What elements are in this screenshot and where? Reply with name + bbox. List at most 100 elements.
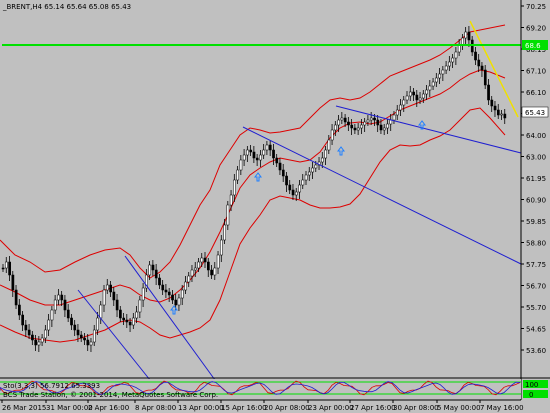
candle-body — [132, 317, 135, 326]
price-chart[interactable]: _BRENT,H4 65.14 65.64 65.08 65.43 70.25 6… — [0, 0, 550, 413]
candle-body — [31, 334, 34, 341]
candle-body — [73, 324, 77, 331]
candle-body — [343, 117, 347, 123]
candle-body — [154, 269, 158, 279]
candle-body — [399, 104, 402, 111]
time-label: 2 Apr 16:00 — [88, 404, 129, 412]
candle-body — [203, 257, 207, 263]
candle-body — [24, 324, 28, 331]
time-label: 26 Mar 2015 — [2, 404, 46, 412]
candle-body — [441, 69, 445, 75]
price-tick: 56.70 — [526, 283, 546, 291]
candle-body — [415, 94, 419, 101]
candle-body — [298, 184, 301, 193]
candle-body — [70, 317, 73, 326]
candle-body — [112, 291, 116, 301]
time-label: 5 May 00:00 — [437, 404, 481, 412]
candle-body — [376, 119, 380, 126]
candle-body — [109, 284, 112, 293]
candle-body — [135, 311, 139, 319]
candle-body — [252, 151, 256, 159]
price-tick: 57.75 — [526, 261, 546, 269]
candle-body — [412, 91, 415, 96]
candle-body — [265, 144, 269, 151]
candle-body — [477, 59, 481, 67]
candle-body — [1, 267, 5, 270]
candle-body — [50, 309, 54, 321]
level-price-label: 68.6 — [525, 42, 541, 50]
candle-body — [431, 81, 435, 87]
candle-body — [246, 149, 249, 156]
candle-body — [330, 129, 334, 141]
candle-body — [474, 51, 477, 61]
time-label: 20 Apr 08:00 — [264, 404, 310, 412]
candle-body — [262, 149, 266, 156]
candle-body — [99, 304, 103, 319]
candle-body — [382, 127, 386, 131]
time-axis: 26 Mar 2015 31 Mar 00:002 Apr 16:00 8 Apr … — [1, 400, 524, 412]
candle-body — [461, 37, 464, 46]
candle-body — [369, 117, 373, 121]
price-tick: 66.10 — [526, 89, 546, 97]
candle-body — [285, 175, 288, 186]
candle-body — [294, 191, 298, 196]
candle-body — [138, 299, 142, 313]
candle-body — [229, 194, 233, 206]
candle-body — [402, 99, 406, 106]
price-tick: 53.60 — [526, 347, 546, 355]
candle-body — [115, 299, 119, 311]
candle-body — [438, 73, 442, 79]
candle-body — [454, 51, 458, 59]
candle-body — [500, 113, 503, 116]
indicator-tick-0: 0 — [529, 391, 533, 399]
candle-body — [321, 157, 324, 163]
candle-body — [409, 91, 412, 97]
price-tick: 54.65 — [526, 326, 546, 334]
symbol-info: _BRENT,H4 65.14 65.64 65.08 65.43 — [2, 3, 131, 11]
time-label: 13 Apr 00:00 — [178, 404, 224, 412]
candle-body — [281, 169, 285, 177]
candle-body — [34, 339, 38, 346]
candle-body — [435, 77, 438, 83]
candle-body — [164, 289, 168, 293]
candle-body — [63, 299, 67, 311]
price-tick: 58.80 — [526, 240, 546, 248]
candle-body — [353, 127, 357, 131]
candle-body — [220, 239, 223, 256]
candle-body — [301, 179, 305, 186]
price-tick: 60.90 — [526, 197, 546, 205]
candle-body — [288, 184, 292, 191]
candle-body — [226, 204, 230, 226]
candle-body — [213, 267, 217, 276]
candle-body — [141, 287, 145, 301]
candle-body — [148, 264, 152, 276]
candle-body — [324, 149, 327, 159]
candle-body — [128, 321, 132, 326]
indicator-bottom-box — [523, 390, 548, 398]
candle-body — [18, 304, 21, 316]
price-tick: 61.95 — [526, 175, 546, 183]
candle-body — [444, 65, 448, 71]
candle-body — [125, 319, 129, 323]
indicator-tick-100: 100 — [525, 381, 538, 389]
candle-body — [86, 339, 90, 346]
candle-body — [493, 105, 497, 111]
candle-body — [311, 167, 314, 173]
price-tick: 55.70 — [526, 304, 546, 312]
candle-body — [272, 149, 275, 159]
candle-body — [119, 309, 122, 319]
candle-body — [197, 261, 200, 269]
candle-body — [5, 261, 8, 269]
candle-body — [171, 294, 174, 301]
price-tick: 70.25 — [526, 3, 546, 11]
price-tick: 59.85 — [526, 218, 546, 226]
candle-body — [483, 69, 487, 86]
candle-body — [200, 257, 204, 263]
candle-body — [223, 224, 226, 241]
candle-body — [418, 97, 422, 101]
candle-body — [151, 264, 155, 271]
candle-body — [425, 89, 428, 95]
candle-body — [395, 109, 399, 116]
candle-body — [40, 337, 44, 343]
candle-body — [259, 154, 262, 161]
